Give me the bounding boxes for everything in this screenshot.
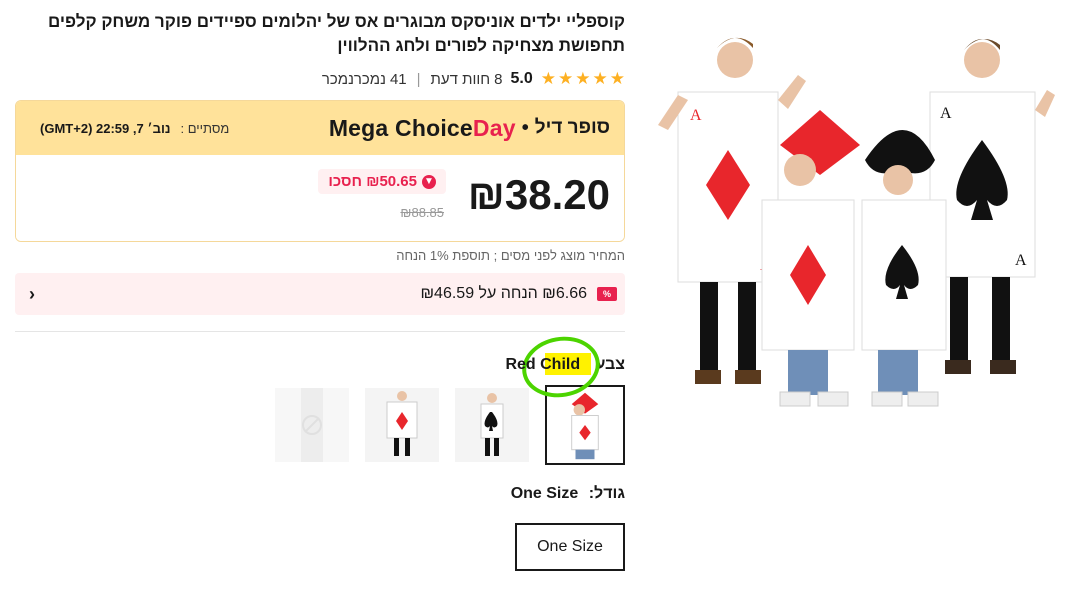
deal-dot: • — [521, 116, 529, 139]
size-option-row: גודל: One Size — [15, 485, 625, 503]
original-price: ₪88.85 — [400, 205, 444, 220]
star-icon: ★ — [575, 69, 591, 88]
brand-part1: Mega Choice — [328, 114, 473, 141]
mega-choice-day-logo: Mega ChoiceDay — [329, 115, 516, 142]
star-icon: ★ — [558, 69, 574, 88]
discount-badge: ▼ ₪50.65 חסכו — [318, 169, 446, 194]
star-icon: ★ — [609, 69, 625, 88]
svg-text:A: A — [690, 107, 702, 124]
adult-right-figure: A A — [929, 39, 1055, 374]
product-info-panel: קוספליי ילדים אוניסקס מבוגרים אס של יהלו… — [15, 10, 625, 571]
color-option-row: צבע : Red Child — [15, 353, 625, 376]
color-thumb-black-adult[interactable] — [455, 388, 529, 462]
arrow-down-icon: ▼ — [422, 174, 436, 189]
unavailable-icon — [302, 415, 322, 435]
rating-row: ★ ★ ★ ★ ★ 5.0 8 חוות דעת | 41 נמכרנמכר — [15, 68, 625, 90]
current-price: ₪38.20 — [467, 171, 610, 218]
brand-part2: Day — [472, 114, 516, 141]
sold-count: 41 — [389, 70, 407, 88]
size-label: גודל: — [588, 485, 625, 502]
svg-text:A: A — [940, 105, 952, 122]
color-thumb-unavailable — [275, 388, 349, 462]
color-thumbnails — [15, 385, 625, 465]
deal-box: סופר דיל • Mega ChoiceDay מסתיים : נוב׳ … — [15, 100, 625, 242]
chevron-left-icon[interactable]: ‹ — [29, 284, 35, 305]
timer-label: מסתיים : — [180, 120, 230, 136]
star-icon: ★ — [592, 69, 608, 88]
timer-value: נוב׳ 7, 22:59 (GMT+2) — [40, 120, 171, 136]
size-button-one-size[interactable]: One Size — [515, 523, 625, 571]
reviews-count[interactable]: 8 — [494, 71, 502, 88]
color-value: Red Child — [505, 356, 581, 373]
separator: | — [416, 70, 421, 88]
percent-icon: % — [597, 287, 617, 301]
coupon-banner[interactable]: % ₪6.66 הנחה על ₪46.59 ‹ — [15, 273, 625, 315]
discount-label: ₪50.65 חסכו — [328, 173, 417, 190]
deal-timer: מסתיים : נוב׳ 7, 22:59 (GMT+2) — [40, 121, 229, 136]
deal-banner: סופר דיל • Mega ChoiceDay מסתיים : נוב׳ … — [16, 101, 624, 155]
size-value: One Size — [510, 485, 579, 502]
coupon-text: ₪6.66 הנחה על ₪46.59 — [420, 285, 587, 302]
sold-label: נמכרנמכר — [321, 70, 386, 88]
reviews-label[interactable]: חוות דעת — [431, 71, 491, 88]
tax-note: המחיר מוצג לפני מסים ; תוספת 1% הנחה — [396, 248, 625, 263]
star-icon: ★ — [540, 69, 556, 88]
color-thumb-red-adult[interactable] — [365, 388, 439, 462]
size-buttons: One Size — [15, 523, 625, 571]
deal-title: סופר דיל • Mega ChoiceDay — [329, 115, 610, 142]
price-block: ₪38.20 ▼ ₪50.65 חסכו ₪88.85 — [16, 155, 624, 241]
rating-stars[interactable]: ★ ★ ★ ★ ★ — [541, 69, 625, 89]
divider — [15, 331, 625, 332]
color-value-wrap: Red Child — [505, 353, 592, 375]
product-title: קוספליי ילדים אוניסקס מבוגרים אס של יהלו… — [47, 12, 625, 55]
product-main-image[interactable]: A A A A — [640, 30, 1070, 430]
svg-text:A: A — [1015, 252, 1027, 269]
rating-score: 5.0 — [510, 70, 533, 87]
super-deal-label: סופר דיל — [534, 117, 610, 138]
